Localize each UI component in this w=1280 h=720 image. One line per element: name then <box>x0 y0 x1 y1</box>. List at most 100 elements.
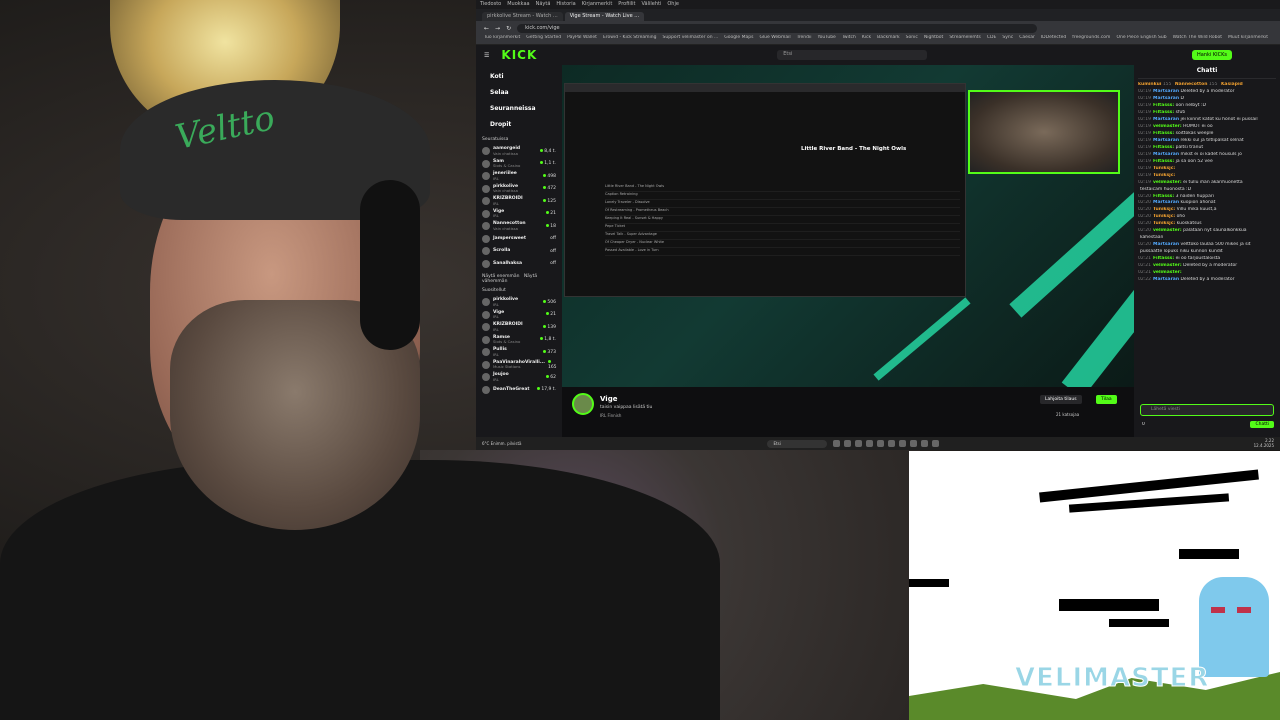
menu-item[interactable]: Historia <box>556 1 575 8</box>
channel-item[interactable]: Nannecotton Vain chatissa 18 <box>482 220 556 233</box>
app-icon[interactable] <box>877 440 885 447</box>
bookmark-link[interactable]: Watch The Wild Robot <box>1173 35 1222 44</box>
chat-username[interactable]: Filtasss: <box>1153 194 1174 199</box>
bookmark-link[interactable]: Muut kirjanmerkit <box>1228 35 1268 44</box>
bookmark-link[interactable]: Sonic <box>906 35 918 44</box>
chat-username[interactable]: Tuniksjc: <box>1153 173 1175 178</box>
app-icon[interactable] <box>866 440 874 447</box>
channel-item[interactable]: KRIZBROIDI IRL 139 <box>482 321 556 334</box>
chat-username[interactable]: Filtasss: <box>1153 145 1174 150</box>
bookmark-link[interactable]: IDDetected <box>1041 35 1066 44</box>
chat-username[interactable]: Filtasss: <box>1153 131 1174 136</box>
chat-username[interactable]: Martsaran <box>1153 242 1179 247</box>
gift-sub-button[interactable]: Lahjoita tilaus <box>1040 395 1082 404</box>
app-icon[interactable] <box>888 440 896 447</box>
channel-item[interactable]: jeneriilee IRL 498 <box>482 170 556 183</box>
app-icon[interactable] <box>932 440 940 447</box>
channel-item[interactable]: aamorgeid Vain chatissa 8,4 t. <box>482 145 556 158</box>
channel-item[interactable]: pirkkolive Vain chatissa 472 <box>482 183 556 196</box>
channel-item[interactable]: pirkkolive IRL 506 <box>482 296 556 309</box>
nav-item[interactable]: Koti <box>482 69 556 85</box>
bookmark-link[interactable]: One Piece English Sub <box>1116 35 1166 44</box>
menu-item[interactable]: Kirjanmerkit <box>582 1 613 8</box>
bookmark-link[interactable]: YouTube <box>818 35 836 44</box>
browser-tab-active[interactable]: Vige Stream - Watch Live ... <box>564 12 645 21</box>
bookmark-link[interactable]: Erowid - Kick Streaming <box>603 35 657 44</box>
channel-item[interactable]: Joujoo IRL 62 <box>482 371 556 384</box>
chat-input[interactable]: Lähetä viesti <box>1140 404 1274 416</box>
bookmark-link[interactable]: freegrounds.com <box>1072 35 1110 44</box>
bookmark-link[interactable]: Trendii <box>797 35 812 44</box>
menu-item[interactable]: Profiilit <box>618 1 635 8</box>
bookmark-link[interactable]: Sync <box>1002 35 1013 44</box>
bookmark-link[interactable]: PayPal Wallet <box>567 35 597 44</box>
chat-username[interactable]: Tuniksjc: <box>1153 207 1175 212</box>
chat-username[interactable]: Filtasss: <box>1153 256 1174 261</box>
chat-username[interactable]: Tuniksjc: <box>1153 166 1175 171</box>
app-icon[interactable] <box>833 440 841 447</box>
get-kicks-button[interactable]: Hanki KICKs <box>1192 50 1232 60</box>
reload-icon[interactable]: ↻ <box>506 25 511 32</box>
bookmark-link[interactable]: Tuo kirjanmerkit <box>484 35 520 44</box>
chat-username[interactable]: Martsaran <box>1153 89 1179 94</box>
bookmark-link[interactable]: Nightbot <box>924 35 943 44</box>
track-row[interactable]: Of Cheaper Dryer - Nuclear White <box>605 240 960 248</box>
bookmark-link[interactable]: CDE <box>987 35 996 44</box>
channel-item[interactable]: PaaVinarahoViralli... Music Stations 165 <box>482 359 557 372</box>
chat-username[interactable]: Tuniksjc: <box>1153 221 1175 226</box>
track-row[interactable]: Keeping It Real - Sunset & Happy <box>605 216 960 224</box>
bookmark-link[interactable]: Kick <box>862 35 871 44</box>
channel-item[interactable]: Ramse Slots & Casino 1,8 t. <box>482 334 556 347</box>
track-row[interactable]: Pepe Ticket <box>605 224 960 232</box>
bookmark-link[interactable]: Twitch <box>842 35 856 44</box>
channel-item[interactable]: Jampersweet off <box>482 233 556 246</box>
app-icon[interactable] <box>899 440 907 447</box>
channel-item[interactable]: Vige IRL 21 <box>482 309 556 322</box>
nav-item[interactable]: Seuranneissa <box>482 101 556 117</box>
chat-send-button[interactable]: Chatti <box>1250 421 1274 428</box>
streamer-name[interactable]: Vige <box>600 395 617 403</box>
channel-item[interactable]: Sanalhaksa off <box>482 258 556 271</box>
channel-item[interactable]: Scrolla off <box>482 245 556 258</box>
streamer-avatar[interactable] <box>572 393 594 415</box>
chat-username[interactable]: Tuniksjc: <box>1153 214 1175 219</box>
chat-username[interactable]: Martsaran <box>1153 117 1179 122</box>
nav-item[interactable]: Selaa <box>482 85 556 101</box>
bookmark-link[interactable]: Support velimaster on ... <box>663 35 719 44</box>
chat-username[interactable]: Martsaran <box>1153 200 1179 205</box>
bookmark-link[interactable]: Getting Started <box>526 35 561 44</box>
menu-item[interactable]: Ohje <box>667 1 679 8</box>
chat-username[interactable]: velimaster: <box>1153 263 1182 268</box>
chat-username[interactable]: Filtasss: <box>1153 103 1174 108</box>
menu-item[interactable]: Välilehti <box>642 1 662 8</box>
show-more-link[interactable]: Näytä enemmän Näytä vähemmän <box>482 274 556 284</box>
bookmark-link[interactable]: Streamelemts <box>949 35 981 44</box>
chat-username[interactable]: Martsaran <box>1153 138 1179 143</box>
stream-tags[interactable]: IRL Finnish <box>600 413 621 418</box>
kick-logo[interactable]: KICK <box>501 48 537 62</box>
chat-username[interactable]: velimaster: <box>1153 180 1182 185</box>
bookmark-link[interactable]: Caesar <box>1019 35 1035 44</box>
chat-username[interactable]: Martsaran <box>1153 277 1179 282</box>
track-row[interactable]: Passed Available - Love in Turn <box>605 248 960 256</box>
chat-username[interactable]: Martsaran <box>1153 96 1179 101</box>
channel-item[interactable]: DeanTheGreat 17,9 t. <box>482 384 556 397</box>
channel-item[interactable]: Sam Slots & Casino 1,1 t. <box>482 158 556 171</box>
channel-item[interactable]: Pullis IRL 373 <box>482 346 556 359</box>
menu-icon[interactable]: ☰ <box>484 52 489 59</box>
chat-username[interactable]: Martsaran <box>1153 152 1179 157</box>
channel-item[interactable]: Vige IRL 21 <box>482 208 556 221</box>
chat-username[interactable]: Filtasss: <box>1153 110 1174 115</box>
taskbar-search[interactable]: Etsi <box>767 439 828 448</box>
app-icon[interactable] <box>844 440 852 447</box>
back-icon[interactable]: ← <box>484 25 489 32</box>
url-field[interactable]: kick.com/vige <box>517 23 1038 33</box>
menu-item[interactable]: Tiedosto <box>480 1 501 8</box>
subscribe-button[interactable]: Tilaa <box>1096 395 1117 404</box>
track-row[interactable]: Caption Retraining <box>605 192 960 200</box>
video-player[interactable]: Little River Band - The Night Owls Littl… <box>562 65 1134 387</box>
track-row[interactable]: Of Restreaming - Prometheus Beach <box>605 208 960 216</box>
chat-username[interactable]: Filtasss: <box>1153 159 1174 164</box>
chat-username[interactable]: velimaster: <box>1153 228 1182 233</box>
channel-item[interactable]: KRIZBROIDI IRL 125 <box>482 195 556 208</box>
